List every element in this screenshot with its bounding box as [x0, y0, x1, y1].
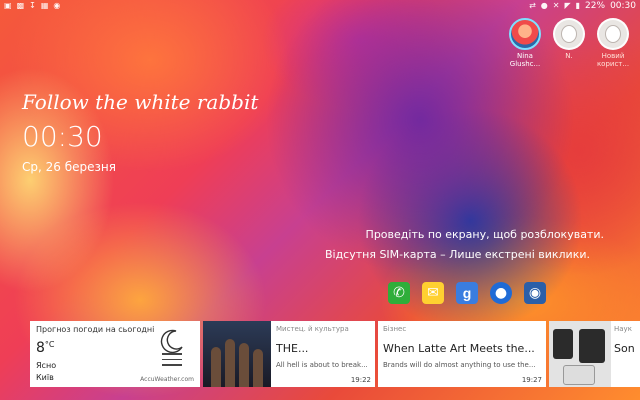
- battery-percent: 22%: [585, 1, 606, 11]
- news-headline: THE...: [276, 342, 309, 355]
- notification-icon: ▣: [4, 1, 12, 10]
- unlock-hint: Проведіть по екрану, щоб розблокувати.: [365, 228, 604, 241]
- news-category: Бізнес: [383, 325, 407, 333]
- sim-status-message: Відсутня SIM-карта – Лише екстрені викли…: [324, 248, 590, 261]
- status-bar: ▣ ▩ ↧ ▦ ◉ ⇄ ● ✕ ◤ ▮ 22% 00:30: [0, 0, 640, 12]
- lockscreen-motto: Follow the white rabbit: [22, 90, 259, 114]
- battery-icon: ▮: [575, 1, 581, 10]
- moon-icon: [160, 329, 183, 354]
- status-time: 00:30: [610, 1, 636, 11]
- image-icon: ▩: [16, 1, 25, 10]
- user-nina[interactable]: Nina Glushc...: [506, 18, 544, 68]
- news-card-business[interactable]: Бізнес When Latte Art Meets the... Brand…: [378, 321, 546, 387]
- news-category: Наук: [614, 325, 632, 333]
- user-name: Новий корист...: [596, 52, 630, 68]
- status-right-icons: ⇄ ● ✕ ◤ ▮ 22% 00:30: [529, 1, 636, 11]
- news-thumbnail: [549, 321, 611, 387]
- news-card-culture[interactable]: Мистец. й культура THE... All hell is ab…: [203, 321, 375, 387]
- news-thumbnail: [203, 321, 271, 387]
- sync-icon: ⇄: [529, 1, 536, 10]
- microphone-icon: ●: [540, 1, 548, 10]
- news-body: Мистец. й культура THE... All hell is ab…: [271, 321, 375, 387]
- news-body: Наук Son: [611, 321, 638, 387]
- weather-card[interactable]: Прогноз погоди на сьогодні 8°C Ясно Київ…: [30, 321, 200, 387]
- user-name: N.: [565, 52, 573, 60]
- news-snippet: Brands will do almost anything to use th…: [383, 361, 536, 369]
- download-icon: ↧: [29, 1, 36, 10]
- gallery-icon: ▦: [40, 1, 49, 10]
- news-snippet: All hell is about to break...: [276, 361, 368, 369]
- email-icon[interactable]: ✉: [422, 282, 444, 304]
- news-card-science[interactable]: Наук Son: [549, 321, 640, 387]
- camera-icon[interactable]: ◉: [524, 282, 546, 304]
- status-left-icons: ▣ ▩ ↧ ▦ ◉: [4, 1, 60, 11]
- avatar: [509, 18, 541, 50]
- lockscreen-date: Ср, 26 березня: [22, 160, 116, 174]
- user-name: Nina Glushc...: [509, 52, 541, 68]
- wifi-icon: ◤: [564, 1, 571, 10]
- internet-icon[interactable]: ●: [490, 282, 512, 304]
- lockscreen-shortcuts: ✆ ✉ g ● ◉: [388, 282, 546, 304]
- google-icon[interactable]: g: [456, 282, 478, 304]
- news-headline: When Latte Art Meets the...: [383, 342, 535, 355]
- news-headline: Son: [614, 342, 635, 355]
- user-n[interactable]: N.: [550, 18, 588, 68]
- phone-icon[interactable]: ✆: [388, 282, 410, 304]
- user-new[interactable]: Новий корист...: [594, 18, 632, 68]
- compass-icon: ◉: [53, 1, 61, 10]
- avatar: [553, 18, 585, 50]
- mute-icon: ✕: [552, 1, 560, 10]
- news-time: 19:27: [521, 376, 542, 384]
- default-avatar-icon: [605, 25, 621, 43]
- news-time: 19:22: [350, 376, 371, 384]
- default-avatar-icon: [561, 25, 577, 43]
- info-cards: Прогноз погоди на сьогодні 8°C Ясно Київ…: [30, 321, 640, 387]
- news-category: Мистец. й культура: [276, 325, 349, 333]
- fog-icon: [162, 353, 182, 370]
- avatar: [597, 18, 629, 50]
- lockscreen-clock: 00:30: [22, 120, 103, 153]
- accuweather-logo: AccuWeather.com: [140, 376, 194, 383]
- user-switcher: Nina Glushc... N. Новий корист...: [506, 18, 632, 68]
